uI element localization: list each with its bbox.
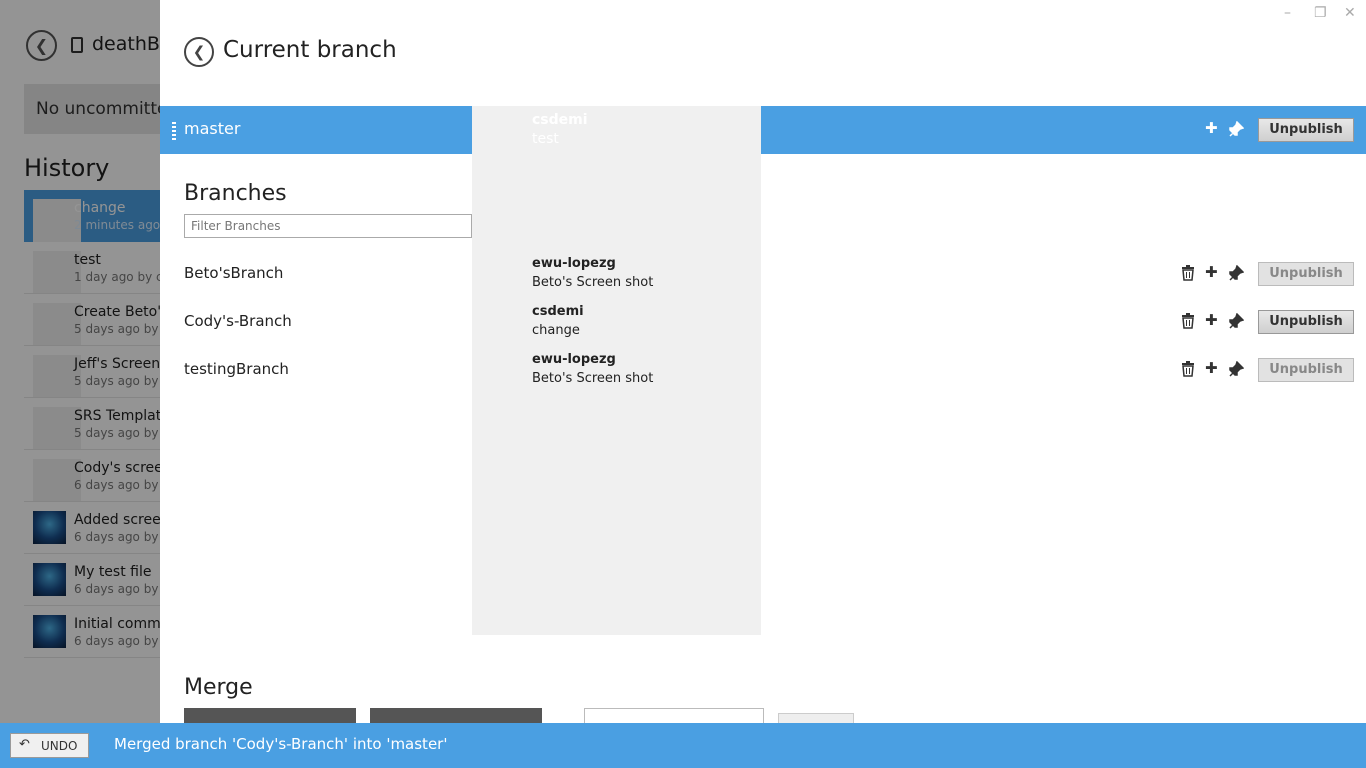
back-arrow-icon[interactable]: ❮ — [184, 37, 214, 67]
minimize-icon[interactable]: – — [1284, 5, 1291, 21]
filter-branches-input[interactable] — [184, 214, 472, 238]
commit-message: change — [532, 323, 580, 338]
pin-icon[interactable] — [1228, 312, 1245, 332]
branches-title: Branches — [184, 181, 287, 206]
pin-icon[interactable] — [1228, 264, 1245, 284]
page-title: Current branch — [223, 37, 397, 63]
merge-source-branch[interactable] — [184, 708, 356, 723]
notification-text: Merged branch 'Cody's-Branch' into 'mast… — [114, 735, 448, 753]
pin-icon[interactable] — [1228, 360, 1245, 380]
unpublish-button[interactable]: Unpublish — [1258, 118, 1354, 142]
branch-panel: – ❐ ✕ ❮ Current branch master csdemi tes… — [160, 0, 1366, 723]
branch-name: testingBranch — [184, 360, 289, 378]
notification-bar: ↶ UNDO Merged branch 'Cody's-Branch' int… — [0, 723, 1366, 768]
unpublish-button[interactable]: Unpublish — [1258, 262, 1354, 286]
current-branch-row[interactable]: master csdemi test ✚ Unpublish — [160, 106, 1366, 396]
branch-row[interactable]: Beto'sBranch ewu-lopezg Beto's Screen sh… — [160, 250, 1366, 540]
undo-arrow-icon: ↶ — [19, 737, 30, 752]
merge-button[interactable] — [778, 713, 854, 723]
merge-target-branch[interactable] — [370, 708, 542, 723]
commit-message: Beto's Screen shot — [532, 275, 654, 290]
plus-icon[interactable]: ✚ — [1205, 265, 1218, 280]
pin-icon[interactable] — [1228, 120, 1245, 140]
commit-author: ewu-lopezg — [532, 256, 616, 271]
close-icon[interactable]: ✕ — [1344, 5, 1356, 21]
drag-handle-icon[interactable] — [172, 122, 176, 140]
plus-icon[interactable]: ✚ — [1205, 361, 1218, 376]
merge-title: Merge — [184, 675, 253, 700]
merge-branch-input[interactable] — [584, 708, 764, 723]
commit-author: csdemi — [532, 112, 588, 128]
undo-label: UNDO — [41, 739, 78, 753]
trash-icon[interactable] — [1181, 313, 1195, 332]
branch-row[interactable]: testingBranch ewu-lopezg Beto's Screen s… — [160, 346, 1366, 636]
branch-name: Beto'sBranch — [184, 264, 284, 282]
current-branch-name: master — [184, 119, 241, 138]
restore-icon[interactable]: ❐ — [1314, 5, 1327, 21]
commit-author: csdemi — [532, 304, 584, 319]
branch-row[interactable]: Cody's-Branch csdemi change ✚ Unpublish — [160, 298, 1366, 588]
commit-message: Beto's Screen shot — [532, 371, 654, 386]
undo-button[interactable]: ↶ UNDO — [10, 733, 89, 758]
plus-icon[interactable]: ✚ — [1205, 121, 1218, 136]
branch-name: Cody's-Branch — [184, 312, 292, 330]
unpublish-button[interactable]: Unpublish — [1258, 310, 1354, 334]
unpublish-button[interactable]: Unpublish — [1258, 358, 1354, 382]
commit-message: test — [532, 131, 559, 147]
trash-icon[interactable] — [1181, 265, 1195, 284]
avatar — [472, 346, 762, 636]
trash-icon[interactable] — [1181, 361, 1195, 380]
commit-author: ewu-lopezg — [532, 352, 616, 367]
plus-icon[interactable]: ✚ — [1205, 313, 1218, 328]
